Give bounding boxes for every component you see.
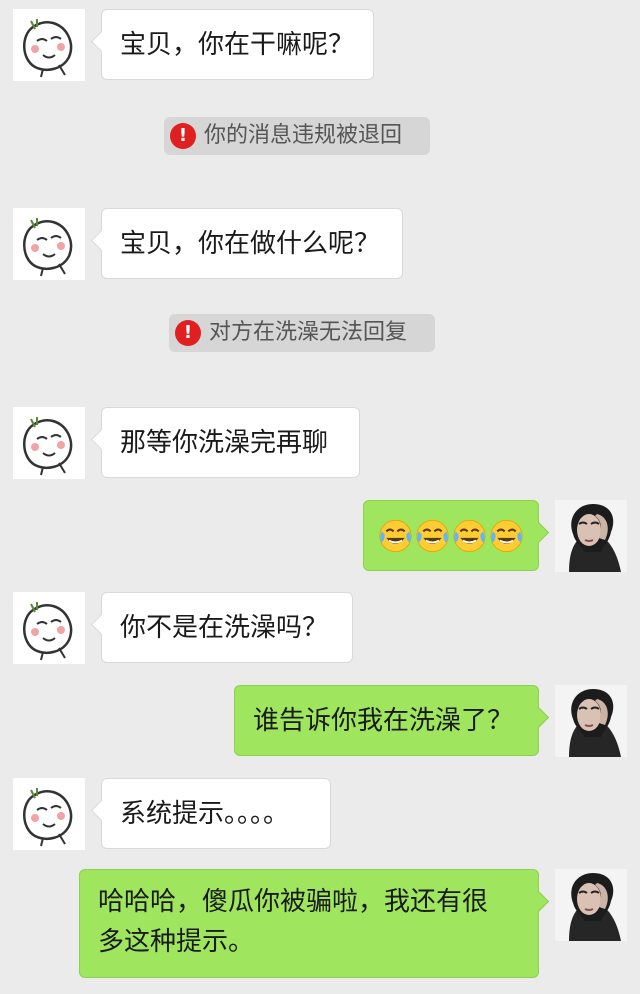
my-avatar[interactable] xyxy=(555,869,627,941)
incoming-message[interactable]: 你不是在洗澡吗？ xyxy=(101,592,353,663)
incoming-message[interactable]: 宝贝，你在做什么呢？ xyxy=(101,208,403,279)
contact-avatar[interactable] xyxy=(13,407,85,479)
woman-photo-icon xyxy=(555,685,627,757)
contact-avatar[interactable] xyxy=(13,9,85,81)
system-notice: ! 你的消息违规被退回 xyxy=(164,117,430,155)
incoming-message[interactable]: 宝贝，你在干嘛呢？ xyxy=(101,9,374,80)
cartoon-face-icon xyxy=(13,407,85,479)
message-text: 宝贝，你在干嘛呢？ xyxy=(120,30,355,60)
laugh-cry-emoji-icon xyxy=(452,519,487,553)
outgoing-message[interactable] xyxy=(363,500,539,571)
exclamation-icon: ! xyxy=(170,123,196,149)
exclamation-icon: ! xyxy=(175,320,201,346)
incoming-message[interactable]: 系统提示。。。。 xyxy=(101,778,331,849)
message-text: 谁告诉你我在洗澡了？ xyxy=(253,706,514,736)
message-text: 你不是在洗澡吗？ xyxy=(120,613,329,643)
contact-avatar[interactable] xyxy=(13,778,85,850)
cartoon-face-icon xyxy=(13,9,85,81)
woman-photo-icon xyxy=(555,500,627,572)
woman-photo-icon xyxy=(555,869,627,941)
laugh-cry-emoji-icon xyxy=(378,519,413,553)
incoming-message[interactable]: 那等你洗澡完再聊 xyxy=(101,407,360,478)
contact-avatar[interactable] xyxy=(13,208,85,280)
cartoon-face-icon xyxy=(13,208,85,280)
my-avatar[interactable] xyxy=(555,500,627,572)
message-line: 哈哈哈，傻瓜你被骗啦，我还有很 xyxy=(98,887,489,917)
laugh-cry-emoji-icon xyxy=(489,519,524,553)
cartoon-face-icon xyxy=(13,592,85,664)
contact-avatar[interactable] xyxy=(13,592,85,664)
cartoon-face-icon xyxy=(13,778,85,850)
notice-text: 对方在洗澡无法回复 xyxy=(209,320,408,345)
laugh-cry-emoji-icon xyxy=(415,519,450,553)
outgoing-message[interactable]: 哈哈哈，傻瓜你被骗啦，我还有很 多这种提示。 xyxy=(79,869,539,978)
message-text: 宝贝，你在做什么呢？ xyxy=(120,229,381,259)
message-text: 那等你洗澡完再聊 xyxy=(120,428,329,458)
system-notice: ! 对方在洗澡无法回复 xyxy=(169,314,435,352)
outgoing-message[interactable]: 谁告诉你我在洗澡了？ xyxy=(234,685,539,756)
notice-text: 你的消息违规被退回 xyxy=(204,123,403,148)
message-line: 多这种提示。 xyxy=(98,927,255,957)
message-text: 系统提示。。。。 xyxy=(120,799,290,829)
my-avatar[interactable] xyxy=(555,685,627,757)
